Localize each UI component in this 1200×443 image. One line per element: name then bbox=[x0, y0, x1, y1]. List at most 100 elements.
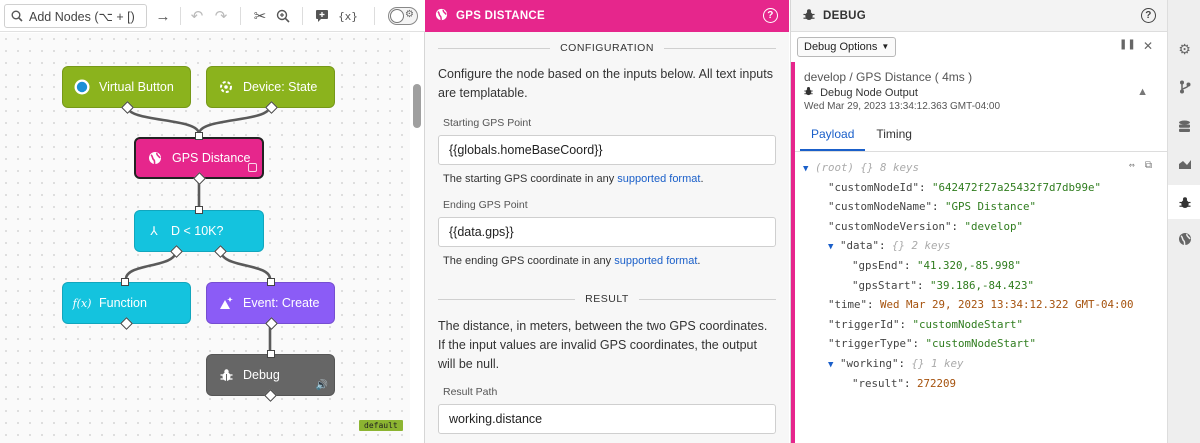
input-port[interactable] bbox=[267, 350, 275, 358]
tree-key: "time" bbox=[828, 298, 868, 312]
tree-row: "customNodeId": "642472f27a25432f7d7db99… bbox=[828, 180, 1102, 194]
period: . bbox=[697, 255, 701, 267]
tree-actions: ⇔ ⧉ bbox=[1129, 160, 1152, 171]
comment-icon[interactable] bbox=[312, 6, 332, 26]
ending-gps-help: The ending GPS coordinate in any support… bbox=[443, 255, 771, 267]
tree-row: "time": Wed Mar 29, 2023 13:34:12.322 GM… bbox=[828, 298, 1134, 312]
configuration-heading-text: CONFIGURATION bbox=[550, 42, 664, 54]
node-device-state[interactable]: Device: State bbox=[206, 66, 335, 114]
cut-icon[interactable]: ✂ bbox=[250, 6, 270, 26]
workflow-editor: Add Nodes (⌥ + [) → ↶ ↷ ✂ {x} ⚙ Virtual … bbox=[0, 0, 1200, 443]
tree-key: "result" bbox=[852, 376, 905, 390]
tree-key: "gpsStart" bbox=[852, 278, 918, 292]
root-meta: {} 8 keys bbox=[860, 161, 920, 174]
collapse-icon[interactable]: ▲ bbox=[1137, 86, 1148, 98]
supported-format-link[interactable]: supported format bbox=[614, 255, 697, 267]
device-state-icon bbox=[218, 79, 234, 95]
tree-value: Wed Mar 29, 2023 13:34:12.322 GMT-04:00 bbox=[880, 298, 1134, 312]
tree-key: "customNodeName" bbox=[828, 200, 933, 214]
virtual-button-icon bbox=[74, 79, 90, 95]
copy-icon[interactable]: ⧉ bbox=[1145, 160, 1152, 171]
node-conditional[interactable]: ⅄ D < 10K? bbox=[134, 206, 264, 258]
tab-timing[interactable]: Timing bbox=[865, 118, 923, 151]
globe-icon[interactable] bbox=[1168, 222, 1200, 256]
tree-key: "data" bbox=[840, 239, 880, 253]
node-debug[interactable]: Debug 🔊 bbox=[206, 350, 335, 402]
tree-key: "working" bbox=[840, 356, 899, 370]
node-virtual-button[interactable]: Virtual Button bbox=[62, 66, 191, 114]
help-icon[interactable]: ? bbox=[763, 8, 778, 23]
tree-row: "triggerId": "customNodeStart" bbox=[828, 317, 1024, 331]
tree-key: "triggerType" bbox=[828, 337, 913, 351]
tree-value: "642472f27a25432f7d7db99e" bbox=[932, 180, 1102, 194]
input-port[interactable] bbox=[195, 206, 203, 214]
storage-icon[interactable] bbox=[1168, 110, 1200, 144]
gear-icon[interactable]: ⚙ bbox=[1168, 32, 1200, 66]
globe-icon bbox=[435, 8, 448, 24]
tree-value: "41.320,-85.998" bbox=[917, 258, 1022, 272]
tree-key: "customNodeId" bbox=[828, 180, 920, 194]
settings-toggle[interactable]: ⚙ bbox=[388, 7, 418, 25]
arrow-right-icon[interactable]: → bbox=[153, 6, 173, 26]
branch-icon[interactable] bbox=[1168, 70, 1200, 104]
tree-value: "GPS Distance" bbox=[945, 200, 1037, 214]
close-icon[interactable]: ✕ bbox=[1143, 39, 1153, 53]
debug-title: DEBUG bbox=[823, 9, 867, 22]
pause-icon[interactable]: ❚❚ bbox=[1119, 39, 1136, 50]
result-path-input[interactable]: working.distance bbox=[438, 404, 776, 434]
debug-options-label: Debug Options bbox=[804, 40, 878, 53]
canvas-scrollbar[interactable] bbox=[413, 84, 421, 128]
tree-row: "triggerType": "customNodeStart" bbox=[828, 337, 1037, 351]
node-badge bbox=[248, 163, 257, 172]
search-icon bbox=[11, 10, 23, 22]
bug-icon bbox=[218, 367, 234, 383]
zoom-in-icon[interactable] bbox=[273, 6, 293, 26]
node-label: Function bbox=[99, 296, 147, 310]
node-event-create[interactable]: Event: Create bbox=[206, 278, 335, 330]
tree-value: "39.186,-84.423" bbox=[930, 278, 1035, 292]
help-icon[interactable]: ? bbox=[1141, 8, 1156, 23]
starting-gps-input[interactable]: {{globals.homeBaseCoord}} bbox=[438, 135, 776, 165]
toolbar-divider bbox=[240, 7, 241, 25]
tree-row: "gpsStart": "39.186,-84.423" bbox=[852, 278, 1035, 292]
node-function[interactable]: f(x) Function bbox=[62, 278, 191, 330]
tree-row-data[interactable]: ▼ "data": {} 2 keys bbox=[795, 236, 1168, 256]
node-label: GPS Distance bbox=[172, 151, 251, 165]
gear-icon: ⚙ bbox=[405, 9, 414, 20]
input-port[interactable] bbox=[121, 278, 129, 286]
debug-message: develop / GPS Distance ( 4ms ) Debug Nod… bbox=[791, 62, 1168, 443]
redo-icon[interactable]: ↷ bbox=[211, 6, 231, 26]
supported-format-link[interactable]: supported format bbox=[617, 173, 700, 185]
result-description: The distance, in meters, between the two… bbox=[438, 319, 768, 371]
tree-root[interactable]: ▼ (root) {} 8 keys bbox=[795, 158, 1168, 178]
subtitle-text: Debug Node Output bbox=[820, 87, 918, 99]
tree-row: "result": 272209 bbox=[852, 376, 957, 390]
ending-gps-input[interactable]: {{data.gps}} bbox=[438, 217, 776, 247]
chart-icon[interactable] bbox=[1168, 147, 1200, 181]
message-header[interactable]: develop / GPS Distance ( 4ms ) Debug Nod… bbox=[795, 62, 1168, 118]
tree-meta: {} 1 key bbox=[911, 356, 964, 370]
toolbar-divider bbox=[302, 7, 303, 25]
debug-header: DEBUG ? bbox=[791, 0, 1167, 32]
tab-payload[interactable]: Payload bbox=[800, 118, 866, 151]
node-gps-distance[interactable]: GPS Distance bbox=[134, 132, 264, 185]
globe-icon bbox=[147, 150, 163, 166]
variables-icon[interactable]: {x} bbox=[338, 6, 358, 26]
debug-options-row: Debug Options ▼ ❚❚ ✕ bbox=[791, 32, 1167, 61]
input-port[interactable] bbox=[267, 278, 275, 286]
caret-down-icon: ▼ bbox=[881, 42, 890, 51]
bug-icon[interactable] bbox=[1168, 185, 1200, 219]
config-header: GPS DISTANCE ? bbox=[425, 0, 789, 32]
result-path-label: Result Path bbox=[443, 386, 498, 398]
add-nodes-search[interactable]: Add Nodes (⌥ + [) bbox=[4, 4, 147, 28]
workflow-canvas[interactable]: Virtual Button Device: State GPS Distanc… bbox=[0, 33, 421, 443]
starting-gps-label: Starting GPS Point bbox=[443, 117, 532, 129]
undo-icon[interactable]: ↶ bbox=[187, 6, 207, 26]
tree-row-working[interactable]: ▼ "working": {} 1 key bbox=[795, 354, 1168, 374]
input-port[interactable] bbox=[195, 132, 203, 140]
expand-icon[interactable]: ⇔ bbox=[1129, 160, 1135, 171]
debug-options-dropdown[interactable]: Debug Options ▼ bbox=[797, 36, 897, 57]
payload-tree: ⇔ ⧉ ▼ (root) {} 8 keys "customNodeId": "6… bbox=[795, 152, 1168, 393]
volume-icon: 🔊 bbox=[315, 380, 328, 391]
tree-value: 272209 bbox=[917, 376, 957, 390]
